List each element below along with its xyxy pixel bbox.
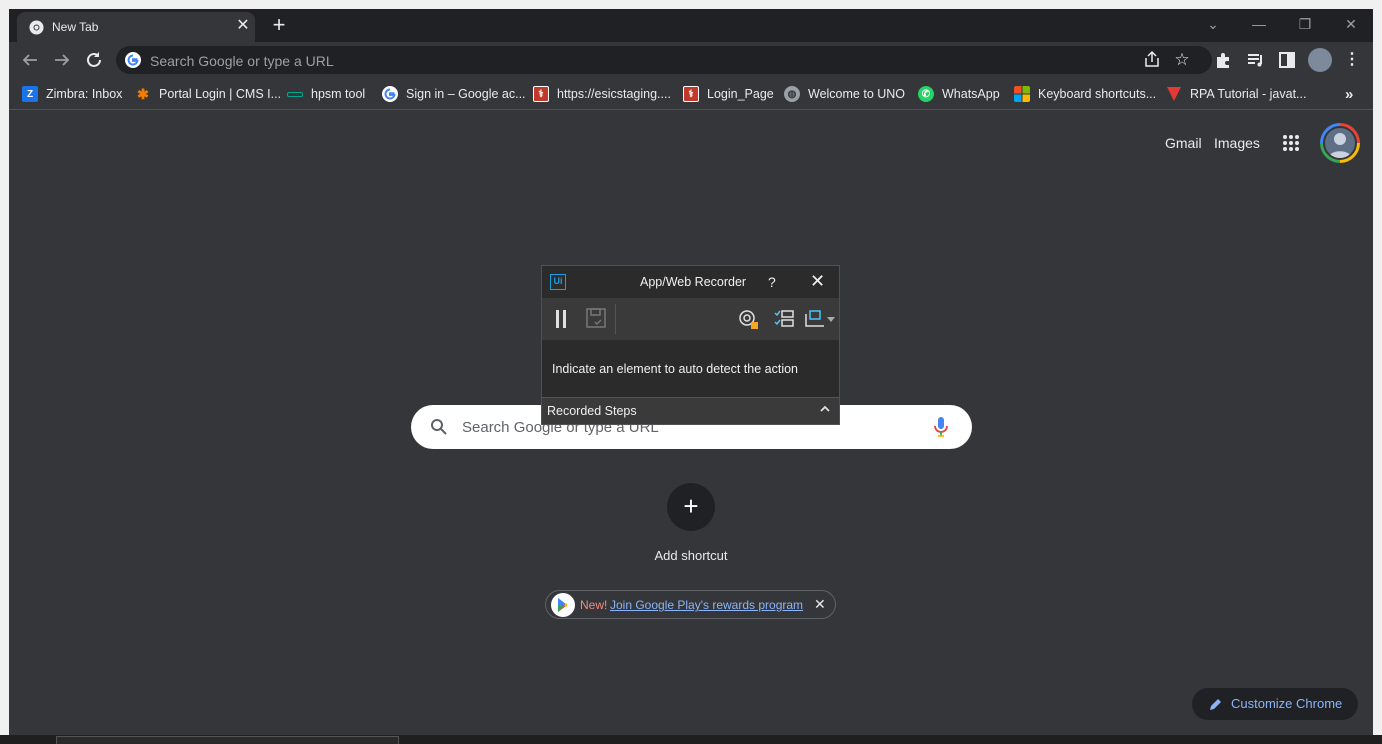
bookmarks-bar: Z Zimbra: Inbox ✱ Portal Login | CMS I..… [9, 78, 1373, 110]
minimize-button[interactable]: — [1247, 13, 1271, 35]
microsoft-icon [1014, 86, 1030, 102]
customize-chrome-label: Customize Chrome [1231, 696, 1343, 711]
esic-icon: ⚕ [533, 86, 549, 102]
pencil-icon [1210, 699, 1221, 710]
extensions-icon[interactable] [1213, 49, 1235, 71]
bookmark-star-icon[interactable]: ☆ [1171, 49, 1193, 71]
promo-new-label: New! [580, 598, 608, 612]
toolbar-divider [615, 304, 616, 334]
recorder-message: Indicate an element to auto detect the a… [552, 362, 799, 376]
reload-icon[interactable] [82, 48, 106, 72]
add-shortcut-label: Add shortcut [654, 548, 728, 563]
gmail-link[interactable]: Gmail [1165, 135, 1202, 151]
globe-icon: ◍ [784, 86, 800, 102]
microphone-icon[interactable] [933, 416, 949, 438]
recorded-steps-label: Recorded Steps [547, 404, 637, 418]
bookmark-login-page[interactable]: ⚕ Login_Page [683, 85, 774, 103]
javatpoint-icon [1167, 87, 1181, 101]
bookmark-rpa-tutorial[interactable]: RPA Tutorial - javat... [1166, 85, 1306, 103]
app-web-recorder: Ui App/Web Recorder ? ✕ Indicate an elem… [541, 265, 840, 425]
google-play-icon [551, 593, 575, 617]
bookmarks-overflow-button[interactable]: » [1345, 85, 1353, 103]
menu-icon[interactable]: ⋮ [1341, 49, 1363, 71]
side-panel-icon[interactable] [1276, 49, 1298, 71]
back-icon[interactable] [18, 48, 42, 72]
pause-icon[interactable] [554, 308, 568, 330]
tab-search-icon[interactable]: ⌄ [1201, 13, 1225, 35]
images-link[interactable]: Images [1214, 135, 1260, 151]
save-icon[interactable] [586, 308, 606, 328]
tab-close-icon[interactable]: ✕ [233, 16, 253, 36]
recorder-title: App/Web Recorder [640, 275, 747, 289]
hpsm-icon [287, 86, 303, 102]
screen-target-dropdown-icon[interactable] [804, 309, 836, 329]
address-bar-placeholder: Search Google or type a URL [150, 53, 334, 69]
bookmark-hpsm[interactable]: hpsm tool [287, 85, 365, 103]
bookmark-label: Portal Login | CMS I... [159, 87, 282, 101]
account-avatar[interactable] [1320, 123, 1360, 163]
bookmark-label: Keyboard shortcuts... [1038, 87, 1157, 101]
portal-icon: ✱ [137, 85, 149, 102]
bookmark-label: Welcome to UNO [808, 87, 906, 101]
bookmark-label: WhatsApp [942, 87, 1000, 101]
recorder-titlebar[interactable]: Ui App/Web Recorder ? ✕ [542, 266, 839, 298]
esic-icon: ⚕ [683, 86, 699, 102]
bookmark-google-signin[interactable]: Sign in – Google ac... [382, 85, 526, 103]
bookmark-label: hpsm tool [311, 87, 366, 101]
taskbar-search[interactable] [56, 736, 399, 744]
promo-link[interactable]: Join Google Play's rewards program [610, 598, 803, 612]
tab-strip: New Tab ✕ + ⌄ — ❐ ✕ [9, 9, 1373, 42]
bookmark-label: https://esicstaging.... [557, 87, 671, 101]
recorded-steps-header[interactable]: Recorded Steps [542, 397, 839, 424]
target-element-icon[interactable] [738, 309, 760, 331]
new-tab-button[interactable]: + [267, 14, 291, 38]
close-window-button[interactable]: ✕ [1339, 13, 1363, 35]
profile-avatar[interactable] [1308, 48, 1332, 72]
new-tab-page: Gmail Images Search Google or type a URL… [9, 110, 1373, 744]
bookmark-esicstaging[interactable]: ⚕ https://esicstaging.... [533, 85, 671, 103]
bookmark-zimbra[interactable]: Z Zimbra: Inbox [22, 85, 122, 103]
google-icon [382, 86, 398, 102]
help-button[interactable]: ? [768, 274, 776, 290]
google-apps-icon[interactable] [1282, 134, 1300, 152]
bookmark-keyboard-shortcuts[interactable]: Keyboard shortcuts... [1014, 85, 1156, 103]
bookmark-whatsapp[interactable]: ✆ WhatsApp [918, 85, 1000, 103]
taskbar [0, 735, 1382, 744]
promo-close-icon[interactable]: ✕ [814, 596, 826, 613]
search-icon [431, 419, 447, 435]
restore-button[interactable]: ❐ [1293, 13, 1317, 35]
toolbar: Search Google or type a URL ☆ ⋮ [9, 42, 1373, 78]
tab-title: New Tab [52, 20, 99, 34]
chrome-icon [29, 20, 44, 35]
forward-icon[interactable] [50, 48, 74, 72]
recorder-toolbar [542, 298, 839, 340]
tab-new-tab[interactable]: New Tab ✕ [17, 12, 255, 42]
google-icon [125, 52, 141, 68]
zimbra-icon: Z [22, 86, 38, 102]
bookmark-label: Login_Page [707, 87, 774, 101]
steps-list-icon[interactable] [773, 309, 795, 329]
reading-list-icon[interactable] [1244, 49, 1266, 71]
avatar-image [1323, 126, 1357, 160]
bookmark-uno[interactable]: ◍ Welcome to UNO [784, 85, 905, 103]
customize-chrome-button[interactable]: Customize Chrome [1192, 688, 1358, 720]
share-icon[interactable] [1141, 49, 1163, 71]
bookmark-label: RPA Tutorial - javat... [1190, 87, 1307, 101]
bookmark-label: Zimbra: Inbox [46, 87, 123, 101]
google-play-promo: New! Join Google Play's rewards program … [545, 590, 836, 619]
whatsapp-icon: ✆ [918, 86, 934, 102]
address-bar[interactable]: Search Google or type a URL ☆ [116, 46, 1212, 74]
add-shortcut-button[interactable]: + [667, 483, 715, 531]
bookmark-portal[interactable]: ✱ Portal Login | CMS I... [135, 85, 281, 103]
bookmark-label: Sign in – Google ac... [406, 87, 526, 101]
chevron-up-icon[interactable] [819, 403, 831, 415]
uipath-logo: Ui [550, 274, 566, 290]
recorder-close-button[interactable]: ✕ [810, 271, 825, 292]
